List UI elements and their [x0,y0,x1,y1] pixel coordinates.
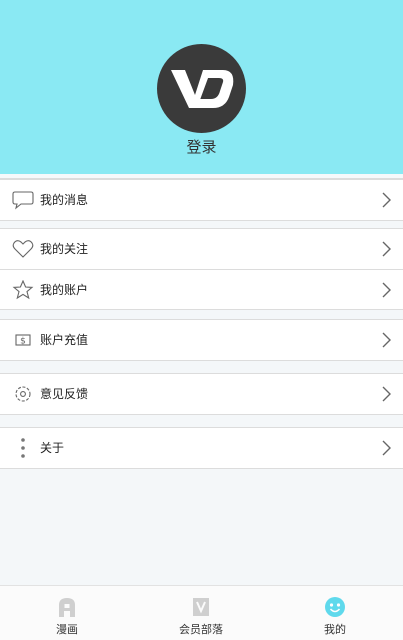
chevron-right-icon [382,386,391,402]
menu-group-about: 关于 [0,427,403,469]
menu-group-messages: 我的消息 [0,179,403,221]
svg-text:$: $ [20,337,26,347]
smiley-face-icon [325,597,345,617]
menu-item-label: 意见反馈 [40,387,89,401]
chevron-right-icon [382,332,391,348]
menu-item-label: 我的消息 [40,193,89,207]
message-bubble-icon [12,190,34,210]
tab-label: 漫画 [56,623,78,636]
dollar-bill-icon: $ [12,330,34,350]
star-icon [12,280,34,300]
tab-mine[interactable]: 我的 [268,586,402,640]
menu-item-recharge[interactable]: $ 账户充值 [0,320,403,360]
chevron-right-icon [382,192,391,208]
tab-label: 我的 [324,623,346,636]
menu-group-recharge: $ 账户充值 [0,319,403,361]
menu-item-my-follows[interactable]: 我的关注 [0,229,403,269]
vd-logo-icon [170,69,233,108]
menu-item-label: 关于 [40,441,65,455]
login-label[interactable]: 登录 [0,137,403,157]
profile-header: 登录 [0,0,403,174]
menu-item-label: 我的关注 [40,242,89,256]
menu-item-my-account[interactable]: 我的账户 [0,269,403,309]
tab-label: 会员部落 [179,623,223,636]
chevron-right-icon [382,440,391,456]
comic-icon [59,598,75,617]
bottom-tab-bar: 漫画 会员部落 我的 [0,585,403,640]
chevron-right-icon [382,282,391,298]
tab-vip-tribe[interactable]: 会员部落 [134,586,268,640]
menu-group-feedback: 意见反馈 [0,373,403,415]
heart-icon [12,239,34,259]
menu-group-follow-account: 我的关注 我的账户 [0,228,403,310]
tab-comic[interactable]: 漫画 [0,586,134,640]
vip-tribe-icon [193,598,209,616]
menu-item-feedback[interactable]: 意见反馈 [0,374,403,414]
menu-item-my-messages[interactable]: 我的消息 [0,180,403,220]
gear-icon [12,384,34,404]
menu-item-label: 我的账户 [40,283,89,297]
avatar[interactable] [157,44,246,133]
more-vertical-icon [12,438,34,458]
menu-item-label: 账户充值 [40,333,89,347]
menu-item-about[interactable]: 关于 [0,428,403,468]
chevron-right-icon [382,241,391,257]
